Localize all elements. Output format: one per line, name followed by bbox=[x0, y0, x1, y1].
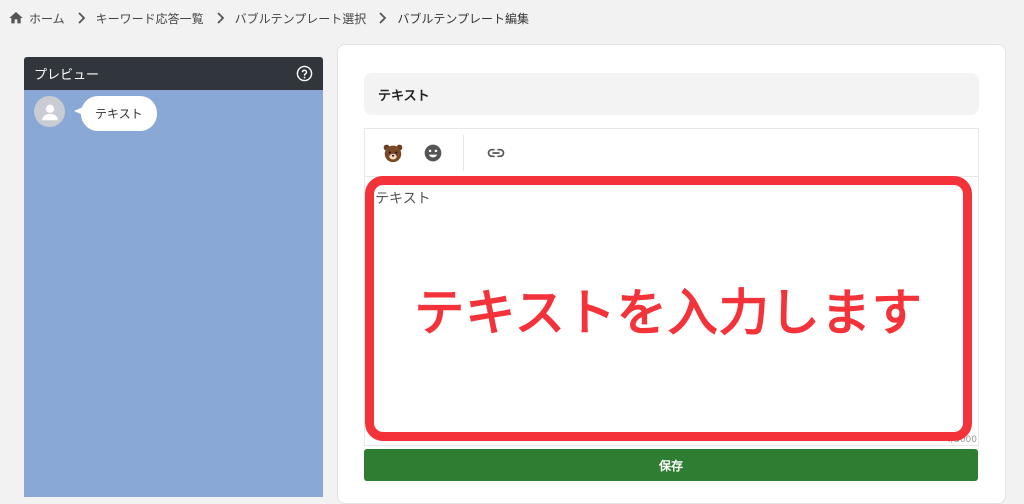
home-icon[interactable] bbox=[8, 10, 24, 26]
smiley-button[interactable] bbox=[413, 133, 453, 173]
editor-text[interactable]: テキスト bbox=[375, 188, 431, 208]
breadcrumb-keyword-list[interactable]: キーワード応答一覧 bbox=[96, 10, 204, 27]
preview-panel: プレビュー テキスト bbox=[24, 57, 323, 497]
preview-header: プレビュー bbox=[24, 57, 323, 90]
smiley-icon bbox=[424, 144, 442, 161]
help-circle-icon[interactable] bbox=[296, 65, 313, 82]
preview-message: テキスト bbox=[34, 96, 157, 131]
chevron-right-icon bbox=[78, 12, 85, 24]
message-bubble: テキスト bbox=[74, 96, 157, 131]
breadcrumb-template-select[interactable]: バブルテンプレート選択 bbox=[235, 10, 367, 27]
link-icon bbox=[487, 148, 505, 157]
save-button[interactable]: 保存 bbox=[364, 449, 978, 481]
chevron-right-icon bbox=[379, 12, 387, 24]
avatar bbox=[34, 96, 65, 127]
breadcrumb-template-edit: バブルテンプレート編集 bbox=[397, 11, 529, 26]
preview-title: プレビュー bbox=[34, 68, 100, 83]
user-icon bbox=[41, 104, 58, 120]
text-editor[interactable]: テキスト bbox=[364, 176, 979, 446]
toolbar-divider bbox=[463, 134, 464, 171]
section-title: テキスト bbox=[364, 73, 979, 115]
bear-emoji-icon bbox=[383, 144, 403, 162]
message-bubble-text: テキスト bbox=[95, 107, 143, 121]
emoji-button[interactable] bbox=[373, 133, 413, 173]
breadcrumb-home[interactable]: ホーム bbox=[29, 10, 65, 27]
char-count: 4/5000 bbox=[945, 435, 977, 445]
breadcrumb: ホーム キーワード応答一覧 バブルテンプレート選択 バブルテンプレート編集 bbox=[8, 8, 529, 28]
editor-card: テキスト テキスト 4/5000 bbox=[337, 44, 1006, 504]
chevron-right-icon bbox=[217, 12, 224, 24]
editor-toolbar bbox=[364, 128, 979, 176]
link-button[interactable] bbox=[476, 133, 516, 173]
